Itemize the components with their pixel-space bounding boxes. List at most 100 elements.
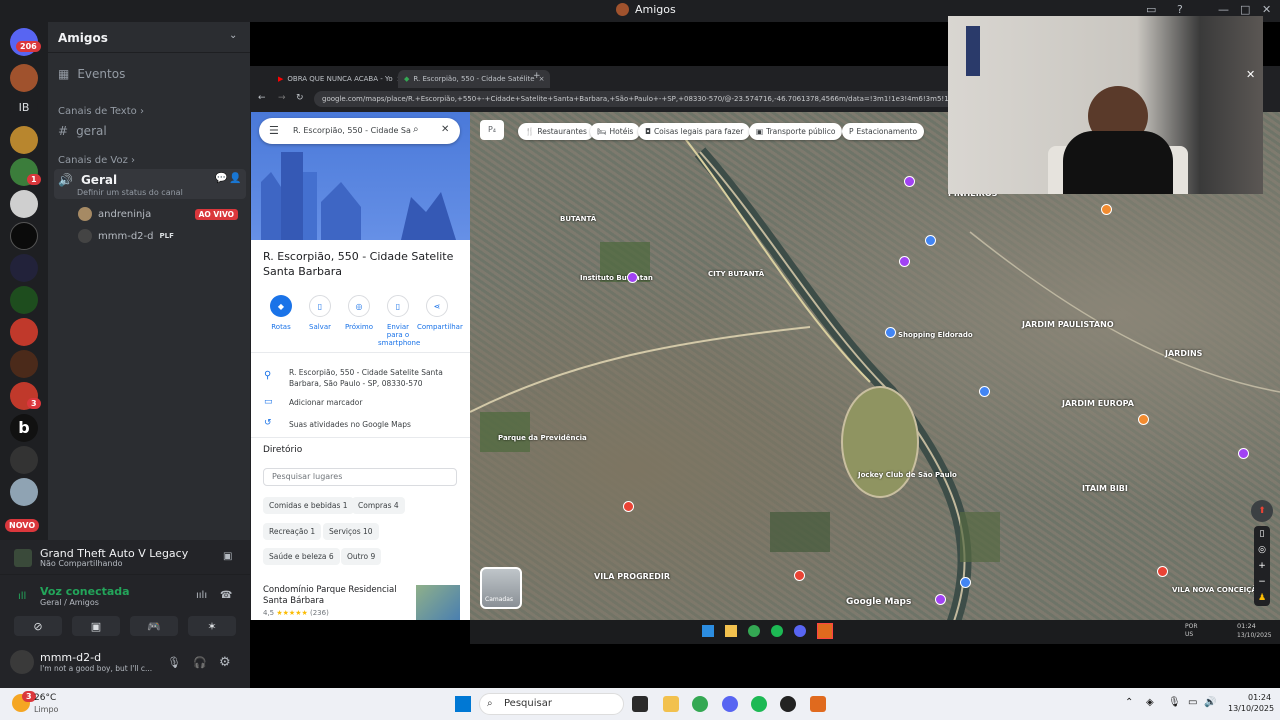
map-pin[interactable] <box>1238 448 1249 459</box>
channel-geral[interactable]: # geral <box>58 124 107 138</box>
text-category[interactable]: Canais de Texto › <box>58 106 144 117</box>
clock-time[interactable]: 01:24 <box>1248 693 1271 702</box>
category-chip[interactable]: Recreação 1 <box>263 523 322 540</box>
app-icon[interactable] <box>780 696 796 712</box>
inbox-icon[interactable]: ▭ <box>1146 3 1156 16</box>
map-pin[interactable] <box>794 570 805 581</box>
result-title[interactable]: Condomínio Parque Residencial Santa Bárb… <box>263 585 408 607</box>
filter-chip-things-to-do[interactable]: ◘ Coisas legais para fazer <box>638 123 751 140</box>
avatar[interactable] <box>10 650 34 674</box>
stream-icon[interactable]: ▣ <box>223 551 232 562</box>
map-pin[interactable] <box>899 256 910 267</box>
soundboard-button[interactable]: ✶ <box>188 616 236 636</box>
url-bar[interactable]: google.com/maps/place/R.+Escorpião,+550+… <box>314 91 994 107</box>
server-icon[interactable] <box>10 126 38 154</box>
filter-chip-hotels[interactable]: 🛏 Hotéis <box>590 123 641 140</box>
category-chip[interactable]: Outro 9 <box>341 548 382 565</box>
back-icon[interactable]: ← <box>258 93 266 103</box>
save-button[interactable]: ▯ Salvar <box>300 295 340 331</box>
chevron-down-icon[interactable]: ⌄ <box>229 30 237 41</box>
weather-temp[interactable]: 26°C <box>34 693 56 703</box>
share-button[interactable]: ⋖ Compartilhar <box>417 295 463 331</box>
headphones-icon[interactable]: 🎧 <box>193 656 207 669</box>
server-icon[interactable] <box>10 350 38 378</box>
help-icon[interactable]: ? <box>1177 3 1183 16</box>
server-icon[interactable] <box>10 222 38 250</box>
category-chip[interactable]: Saúde e beleza 6 <box>263 548 340 565</box>
volume-icon[interactable]: 🔊 <box>1204 697 1216 708</box>
category-chip[interactable]: Comidas e bebidas 1 <box>263 497 354 514</box>
username[interactable]: mmm-d2-d <box>40 651 101 664</box>
map-pin[interactable] <box>935 594 946 605</box>
result-thumbnail[interactable] <box>416 585 460 620</box>
filter-chip-restaurants[interactable]: 🍴 Restaurantes <box>518 123 594 140</box>
spotify-icon[interactable] <box>751 696 767 712</box>
camera-off-button[interactable]: ⊘ <box>14 616 62 636</box>
forward-icon[interactable]: → <box>278 93 286 103</box>
map-pin[interactable] <box>885 327 896 338</box>
settings-gear-icon[interactable]: ⚙ <box>219 655 231 670</box>
new-tab-button[interactable]: + <box>533 71 541 81</box>
pegman-icon[interactable]: ♟ <box>1254 590 1270 606</box>
weather-desc[interactable]: Limpo <box>34 705 58 714</box>
map-pin[interactable] <box>960 577 971 588</box>
disconnect-icon[interactable]: ☎ <box>220 590 232 601</box>
map-pin[interactable] <box>627 272 638 283</box>
add-user-icon[interactable]: 👤 <box>229 173 241 184</box>
close-button[interactable]: ✕ <box>1262 3 1271 16</box>
zoom-out-button[interactable]: − <box>1254 574 1270 590</box>
microphone-icon[interactable]: 🎙 <box>167 656 181 669</box>
server-name[interactable]: Amigos <box>58 31 108 45</box>
directions-button[interactable]: ◆ Rotas <box>261 295 301 331</box>
server-icon[interactable] <box>10 318 38 346</box>
clock-date[interactable]: 13/10/2025 <box>1228 704 1274 713</box>
voice-status[interactable]: Definir um status do canal <box>77 188 183 197</box>
server-icon[interactable] <box>10 286 38 314</box>
tray-icon[interactable]: ◈ <box>1146 697 1154 708</box>
category-chip[interactable]: Serviços 10 <box>323 523 379 540</box>
search-this-area-icon[interactable]: P₄ <box>480 120 504 140</box>
place-address[interactable]: R. Escorpião, 550 - Cidade Satelite Sant… <box>289 367 459 389</box>
task-view-icon[interactable] <box>632 696 648 712</box>
chrome-icon[interactable] <box>692 696 708 712</box>
screen-share-button[interactable]: ▣ <box>72 616 120 636</box>
reload-icon[interactable]: ↻ <box>296 93 304 103</box>
filter-chip-transit[interactable]: ▣ Transporte público <box>749 123 843 140</box>
activity-button[interactable]: 🎮 <box>130 616 178 636</box>
maps-activity[interactable]: Suas atividades no Google Maps <box>289 420 411 429</box>
server-icon[interactable] <box>10 446 38 474</box>
zoom-in-button[interactable]: + <box>1254 558 1270 574</box>
category-chip[interactable]: Compras 4 <box>352 497 405 514</box>
filter-chip-parking[interactable]: P Estacionamento <box>842 123 925 140</box>
layers-button[interactable]: Camadas <box>480 567 522 609</box>
display-icon[interactable]: ▭ <box>1188 697 1197 708</box>
discord-icon[interactable] <box>722 696 738 712</box>
start-button[interactable] <box>455 696 471 712</box>
app-icon[interactable] <box>810 696 826 712</box>
chat-icon[interactable]: 💬 <box>215 173 227 184</box>
tray-chevron-icon[interactable]: ⌃ <box>1125 697 1133 708</box>
close-icon[interactable]: ✕ <box>1246 68 1255 81</box>
server-icon[interactable] <box>10 478 38 506</box>
map-pin[interactable] <box>979 386 990 397</box>
voice-location[interactable]: Geral / Amigos <box>40 598 99 607</box>
map-pin[interactable] <box>925 235 936 246</box>
noise-suppression-icon[interactable]: ıılı <box>196 590 207 601</box>
compass-icon[interactable]: ⬆ <box>1251 500 1273 522</box>
nearby-button[interactable]: ◎ Próximo <box>339 295 379 331</box>
search-input[interactable]: R. Escorpião, 550 - Cidade Sa <box>259 118 460 144</box>
server-icon[interactable] <box>10 190 38 218</box>
add-label[interactable]: Adicionar marcador <box>289 398 362 407</box>
map-pin[interactable] <box>1157 566 1168 577</box>
microphone-icon[interactable]: 🎙 <box>1168 697 1181 708</box>
server-icon[interactable] <box>10 254 38 282</box>
voice-status[interactable]: Voz conectada <box>40 585 130 598</box>
voice-user[interactable]: andreninja <box>78 207 151 221</box>
menu-icon[interactable]: ☰ <box>269 124 279 137</box>
server-ib[interactable]: IB <box>10 94 38 122</box>
maximize-button[interactable]: □ <box>1240 3 1250 16</box>
server-icon[interactable]: b <box>10 414 38 442</box>
taskbar-search[interactable]: ⌕ Pesquisar <box>479 693 624 715</box>
file-explorer-icon[interactable] <box>663 696 679 712</box>
map-pin[interactable] <box>1101 204 1112 215</box>
